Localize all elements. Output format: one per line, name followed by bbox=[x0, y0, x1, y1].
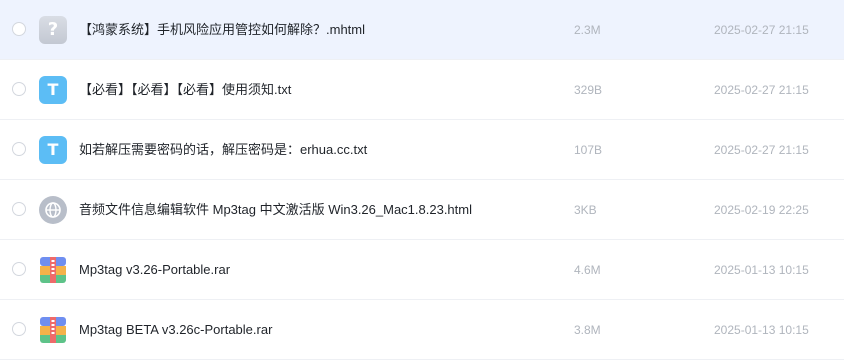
question-mark-glyph: ? bbox=[47, 19, 59, 40]
file-size: 3.8M bbox=[574, 323, 601, 337]
file-size: 329B bbox=[574, 83, 603, 97]
unknown-file-icon: ? bbox=[39, 16, 67, 44]
file-size: 2.3M bbox=[574, 23, 601, 37]
row-checkbox[interactable] bbox=[12, 82, 26, 96]
row-checkbox[interactable] bbox=[12, 142, 26, 156]
text-glyph: T bbox=[47, 80, 59, 99]
globe-icon bbox=[45, 202, 61, 218]
file-size: 4.6M bbox=[574, 263, 601, 277]
file-row[interactable]: 音频文件信息编辑软件 Mp3tag 中文激活版 Win3.26_Mac1.8.2… bbox=[0, 180, 844, 240]
file-name[interactable]: 【鸿蒙系统】手机风险应用管控如何解除？.mhtml bbox=[79, 21, 365, 39]
archive-file-icon bbox=[39, 316, 67, 344]
file-row[interactable]: Mp3tag v3.26-Portable.rar 4.6M 2025-01-1… bbox=[0, 240, 844, 300]
file-date: 2025-02-27 21:15 bbox=[714, 23, 809, 37]
file-date: 2025-02-27 21:15 bbox=[714, 83, 809, 97]
row-checkbox[interactable] bbox=[12, 262, 26, 276]
text-glyph: T bbox=[47, 140, 59, 159]
file-row[interactable]: T 【必看】【必看】【必看】使用须知.txt 329B 2025-02-27 2… bbox=[0, 60, 844, 120]
rar-archive-icon bbox=[40, 317, 66, 343]
file-list: ? 【鸿蒙系统】手机风险应用管控如何解除？.mhtml 2.3M 2025-02… bbox=[0, 0, 844, 360]
archive-file-icon bbox=[39, 256, 67, 284]
file-row[interactable]: T 如若解压需要密码的话，解压密码是：erhua.cc.txt 107B 202… bbox=[0, 120, 844, 180]
file-name[interactable]: 如若解压需要密码的话，解压密码是：erhua.cc.txt bbox=[79, 141, 367, 159]
file-date: 2025-01-13 10:15 bbox=[714, 263, 809, 277]
file-name[interactable]: Mp3tag BETA v3.26c-Portable.rar bbox=[79, 321, 272, 339]
file-date: 2025-02-27 21:15 bbox=[714, 143, 809, 157]
text-file-icon: T bbox=[39, 76, 67, 104]
file-name[interactable]: 【必看】【必看】【必看】使用须知.txt bbox=[79, 81, 291, 99]
file-row[interactable]: ? 【鸿蒙系统】手机风险应用管控如何解除？.mhtml 2.3M 2025-02… bbox=[0, 0, 844, 60]
file-date: 2025-02-19 22:25 bbox=[714, 203, 809, 217]
file-size: 107B bbox=[574, 143, 603, 157]
web-file-icon bbox=[39, 196, 67, 224]
text-file-icon: T bbox=[39, 136, 67, 164]
file-size: 3KB bbox=[574, 203, 597, 217]
file-name[interactable]: 音频文件信息编辑软件 Mp3tag 中文激活版 Win3.26_Mac1.8.2… bbox=[79, 201, 472, 219]
file-row[interactable]: Mp3tag BETA v3.26c-Portable.rar 3.8M 202… bbox=[0, 300, 844, 360]
row-checkbox[interactable] bbox=[12, 202, 26, 216]
file-name[interactable]: Mp3tag v3.26-Portable.rar bbox=[79, 261, 230, 279]
row-checkbox[interactable] bbox=[12, 22, 26, 36]
file-date: 2025-01-13 10:15 bbox=[714, 323, 809, 337]
row-checkbox[interactable] bbox=[12, 322, 26, 336]
rar-archive-icon bbox=[40, 257, 66, 283]
